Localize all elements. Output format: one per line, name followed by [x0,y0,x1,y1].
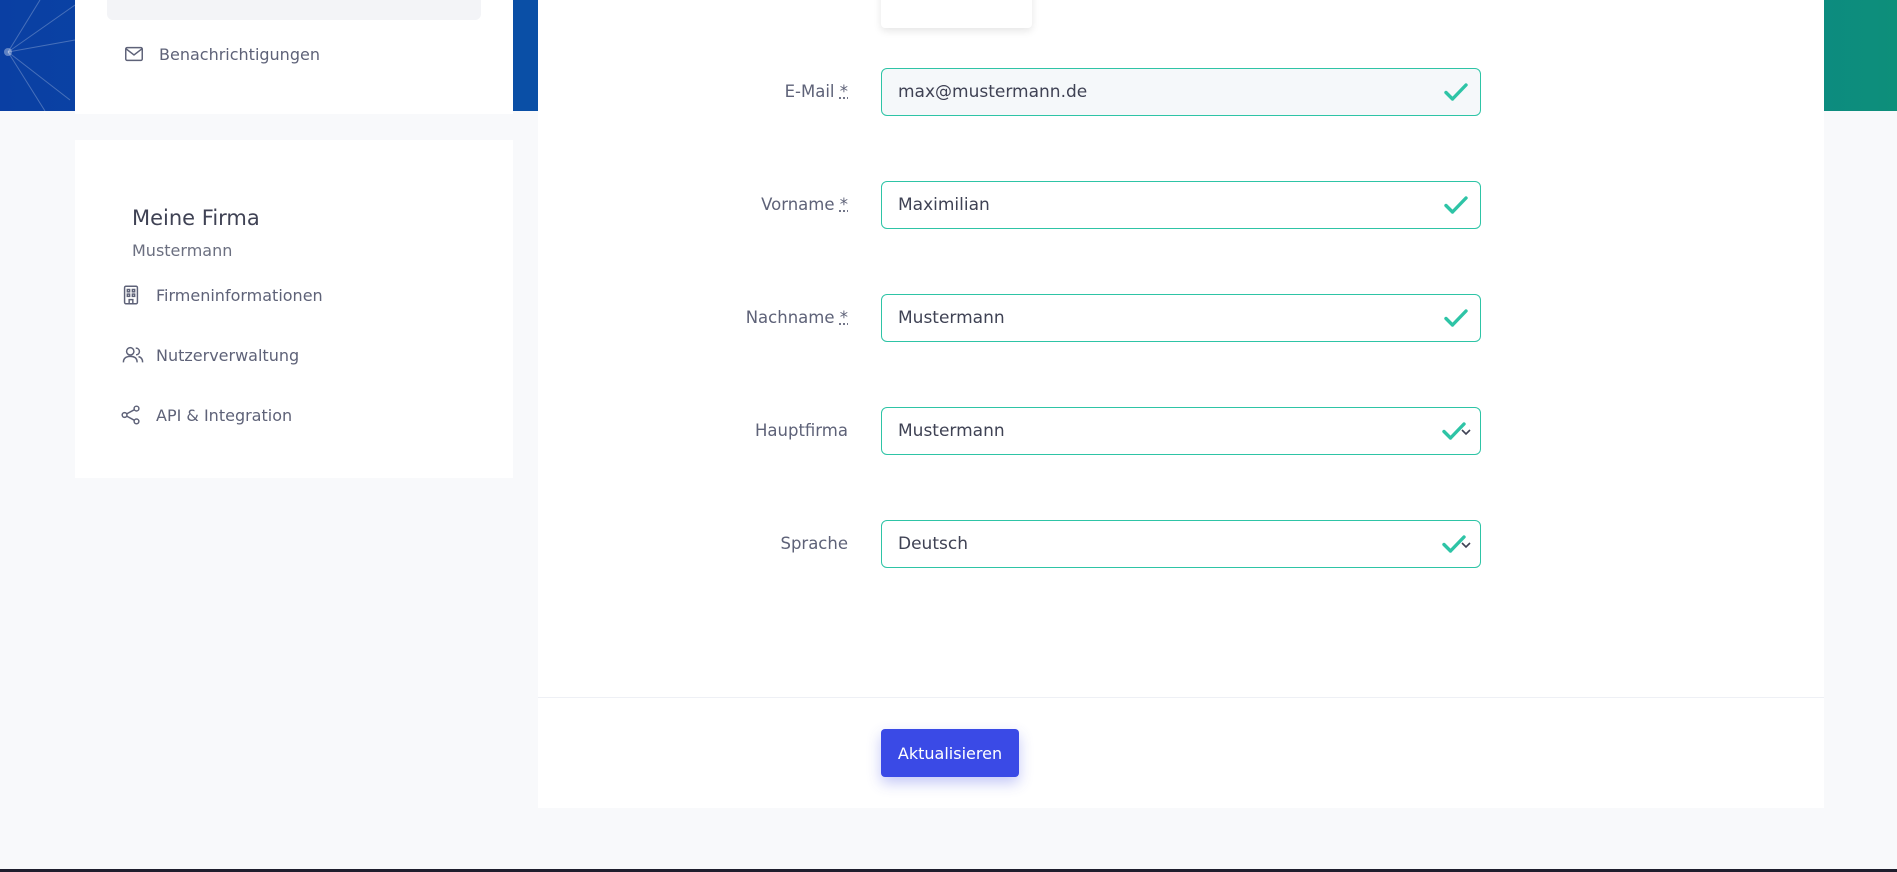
company-subtitle: Mustermann [132,241,233,260]
sidebar-item-label: Firmeninformationen [156,285,323,305]
sidebar-active-item[interactable] [107,0,481,20]
network-decoration-icon [4,0,76,111]
nachname-label: Nachname * [745,308,848,327]
avatar-upload[interactable] [881,0,1032,28]
check-icon [1444,196,1468,214]
email-label: E-Mail * [784,82,848,101]
hauptfirma-label: Hauptfirma [755,421,848,440]
share-icon [120,404,142,426]
sidebar-item-api-integration[interactable]: API & Integration [120,404,292,426]
sidebar-item-nutzerverwaltung[interactable]: Nutzerverwaltung [120,344,299,366]
vorname-label: Vorname * [761,195,848,214]
mail-icon [123,43,145,65]
sidebar-item-label: Benachrichtigungen [159,44,320,64]
users-icon [120,344,146,366]
sprache-label: Sprache [780,534,848,553]
chevron-down-icon [1461,542,1471,549]
email-field[interactable]: max@mustermann.de [881,68,1481,116]
vorname-field[interactable]: Maximilian [881,181,1481,229]
hauptfirma-value: Mustermann [898,421,1005,441]
sidebar-item-label: API & Integration [156,405,293,425]
chevron-down-icon [1461,429,1471,436]
nachname-field[interactable]: Mustermann [881,294,1481,342]
email-value: max@mustermann.de [898,82,1088,102]
nachname-value: Mustermann [898,308,1005,328]
vorname-value: Maximilian [898,195,990,215]
sidebar-item-benachrichtigungen[interactable]: Benachrichtigungen [123,43,320,65]
sprache-select[interactable]: Deutsch [881,520,1481,568]
update-button[interactable]: Aktualisieren [881,729,1019,777]
form-divider [538,697,1824,698]
profile-form-card: E-Mail * max@mustermann.de Vorname * Max… [538,0,1824,808]
page: Benachrichtigungen Meine Firma Musterman… [0,0,1897,872]
check-icon [1444,83,1468,101]
building-icon [120,284,142,306]
sidebar-company-card: Meine Firma Mustermann Firmeninformation… [75,140,513,478]
sidebar-account-card: Benachrichtigungen [75,0,513,114]
company-title: Meine Firma [132,206,260,230]
sidebar-item-label: Nutzerverwaltung [156,345,300,365]
sprache-value: Deutsch [898,534,968,554]
sidebar-item-firmeninformationen[interactable]: Firmeninformationen [120,284,323,306]
check-icon [1444,309,1468,327]
hauptfirma-select[interactable]: Mustermann [881,407,1481,455]
